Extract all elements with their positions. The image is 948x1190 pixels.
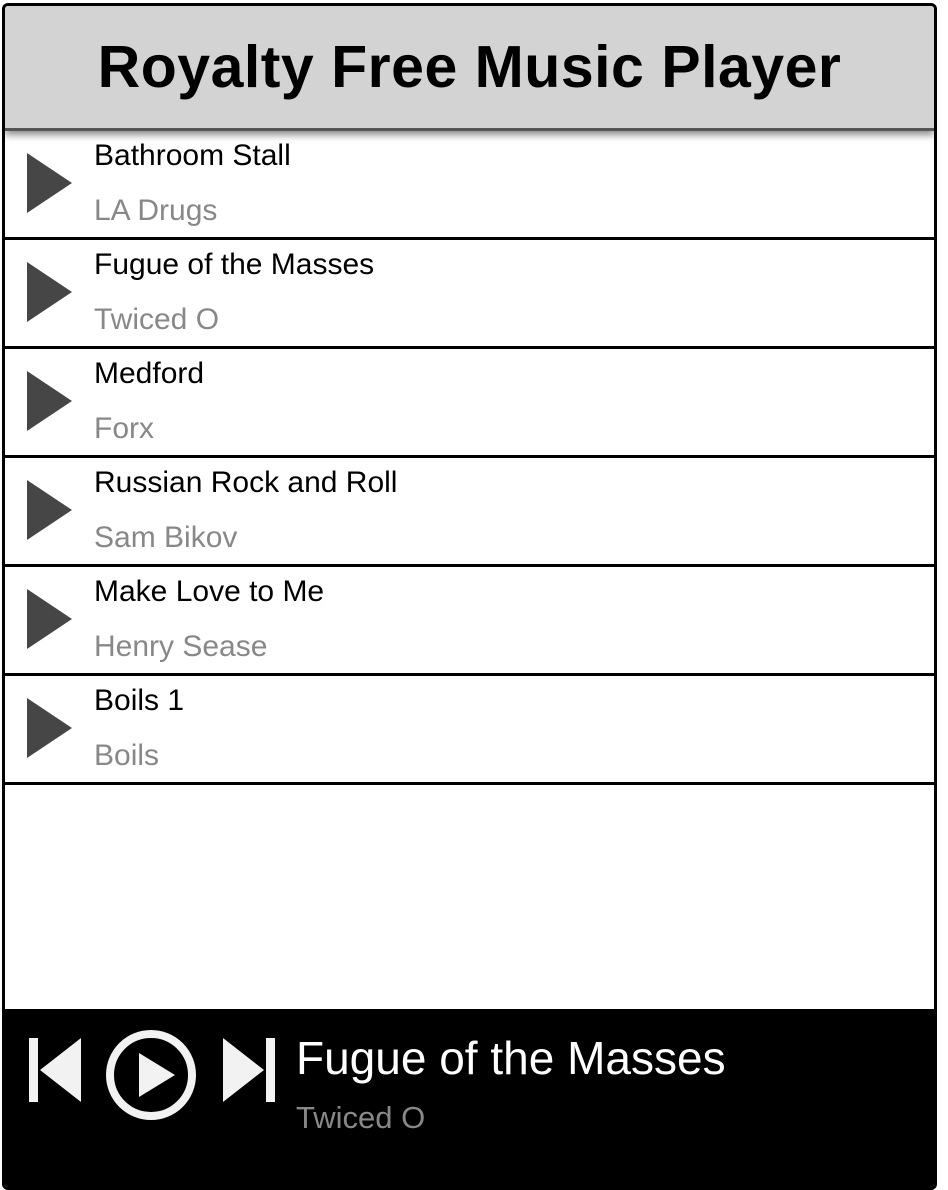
- play-triangle-icon[interactable]: [27, 480, 72, 540]
- skip-previous-icon[interactable]: [25, 1034, 85, 1106]
- track-title: Medford: [94, 357, 205, 390]
- track-item[interactable]: Russian Rock and Roll Sam Bikov: [5, 458, 934, 567]
- track-artist: Twiced O: [94, 303, 220, 336]
- track-item[interactable]: Boils 1 Boils: [5, 676, 934, 785]
- track-artist: Boils: [94, 739, 160, 772]
- track-item[interactable]: Bathroom Stall LA Drugs: [5, 131, 934, 240]
- track-list: Bathroom Stall LA Drugs Fugue of the Mas…: [5, 131, 934, 785]
- play-circle-icon[interactable]: [103, 1027, 199, 1123]
- track-title: Boils 1: [94, 684, 185, 717]
- play-triangle-icon[interactable]: [27, 262, 72, 322]
- track-artist: Forx: [94, 412, 154, 445]
- track-title: Bathroom Stall: [94, 139, 291, 172]
- play-triangle-icon[interactable]: [27, 589, 72, 649]
- play-triangle-icon[interactable]: [27, 153, 72, 213]
- skip-next-icon[interactable]: [219, 1034, 279, 1106]
- app-title: Royalty Free Music Player: [97, 34, 842, 100]
- app-header: Royalty Free Music Player: [5, 6, 934, 131]
- now-playing-title: Fugue of the Masses: [296, 1032, 726, 1084]
- track-item[interactable]: Fugue of the Masses Twiced O: [5, 240, 934, 349]
- track-artist: Henry Sease: [94, 630, 268, 663]
- track-title: Fugue of the Masses: [94, 248, 375, 281]
- track-artist: LA Drugs: [94, 194, 218, 227]
- track-item[interactable]: Medford Forx: [5, 349, 934, 458]
- track-title: Make Love to Me: [94, 575, 325, 608]
- track-item[interactable]: Make Love to Me Henry Sease: [5, 567, 934, 676]
- track-artist: Sam Bikov: [94, 521, 238, 554]
- now-playing-bar: Fugue of the Masses Twiced O: [5, 1009, 934, 1187]
- now-playing-artist: Twiced O: [296, 1100, 426, 1135]
- music-player: Royalty Free Music Player Bathroom Stall…: [2, 3, 937, 1190]
- play-triangle-icon[interactable]: [27, 698, 72, 758]
- play-triangle-icon[interactable]: [27, 371, 72, 431]
- track-title: Russian Rock and Roll: [94, 466, 398, 499]
